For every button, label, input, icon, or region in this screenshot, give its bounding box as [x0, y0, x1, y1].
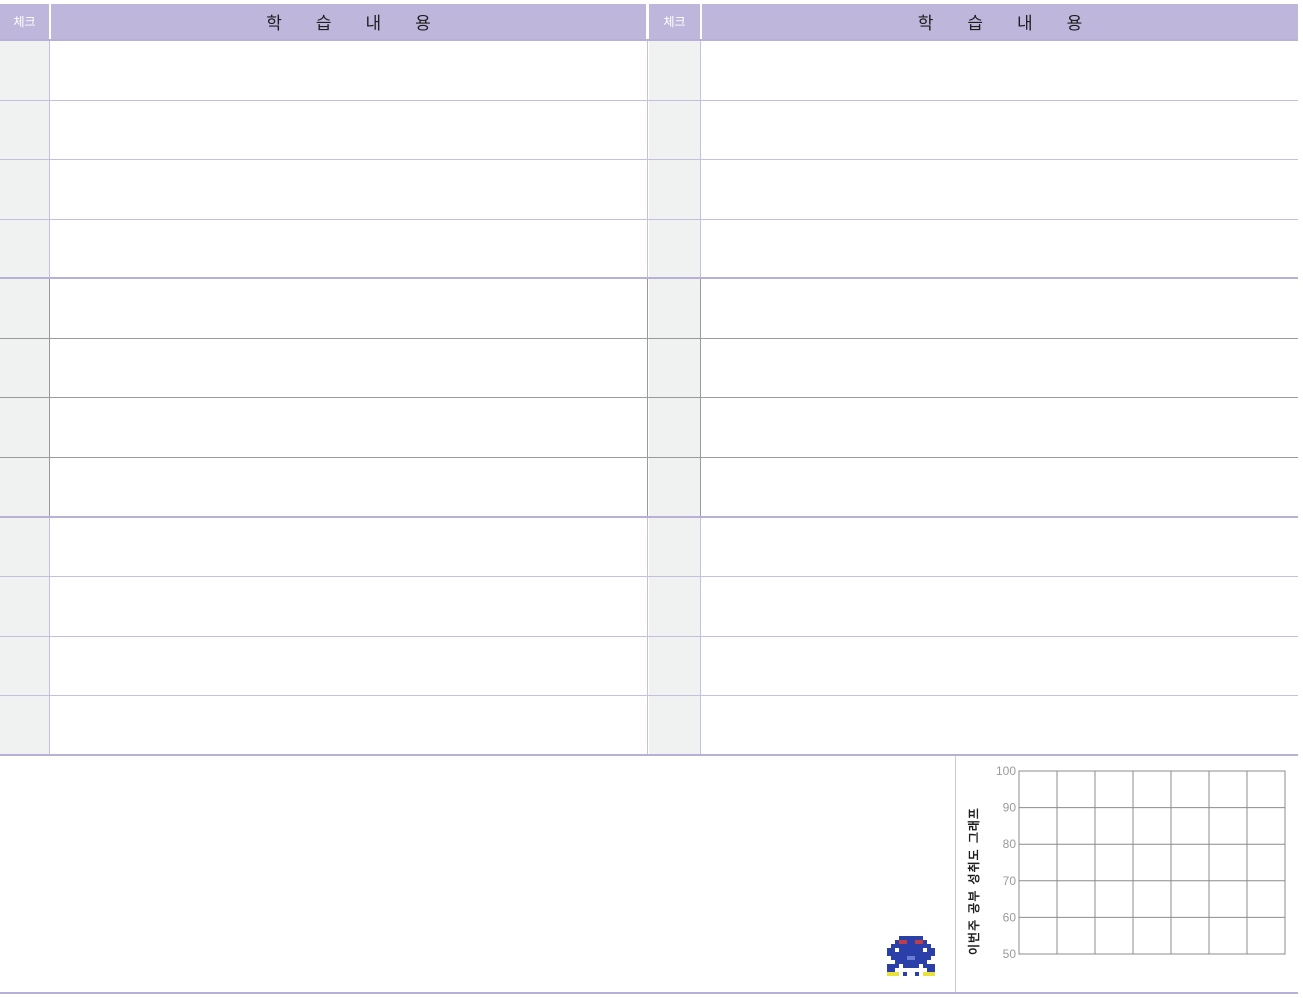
chart-y-tick-label: 50 — [1003, 947, 1017, 961]
chart-plot-border — [1018, 770, 1286, 955]
chart-y-tick-label: 70 — [1003, 874, 1017, 888]
chart-y-tick-label: 100 — [996, 764, 1016, 778]
achievement-chart[interactable]: 100 90 80 70 60 50 — [0, 0, 1303, 998]
chart-y-tick-label: 80 — [1003, 837, 1017, 851]
chart-y-tick-label: 60 — [1003, 910, 1017, 924]
chart-y-tick-label: 90 — [1003, 801, 1017, 815]
